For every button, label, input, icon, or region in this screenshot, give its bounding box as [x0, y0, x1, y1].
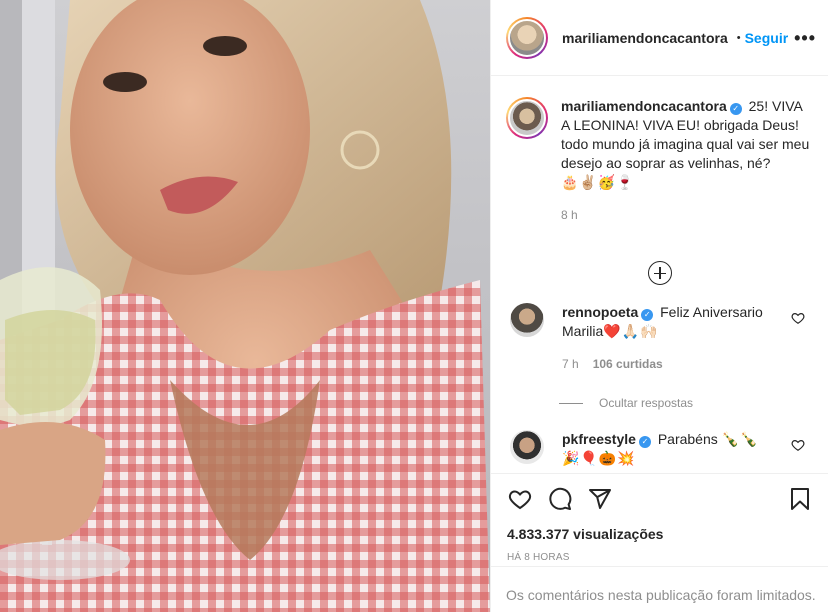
- comment-time[interactable]: 7 h: [562, 355, 579, 374]
- comment-username[interactable]: pkfreestyle: [562, 431, 636, 447]
- verified-icon: ✓: [641, 309, 654, 321]
- more-options-icon[interactable]: •••: [794, 29, 816, 47]
- author-avatar[interactable]: [506, 16, 548, 59]
- post-side-panel: mariliamendoncacantora • Seguir ••• mari…: [490, 0, 828, 612]
- like-icon[interactable]: [507, 487, 533, 511]
- author-username[interactable]: mariliamendoncacantora: [562, 30, 728, 46]
- post-time-ago[interactable]: HÁ 8 HORAS: [507, 552, 812, 563]
- post-actions: 4.833.377 visualizações HÁ 8 HORAS: [491, 473, 828, 563]
- post-image: [0, 0, 490, 612]
- post-header: mariliamendoncacantora • Seguir •••: [491, 0, 828, 76]
- caption-emojis: 🎂✌🏼🥳🍷: [561, 174, 635, 190]
- comments-limited-notice: Os comentários nesta publicação foram li…: [491, 566, 828, 612]
- verified-icon: ✓: [729, 103, 742, 115]
- separator-dot: •: [736, 31, 741, 44]
- comments-list[interactable]: mariliamendoncacantora ✓ 25! VIVA A LEONI…: [491, 77, 828, 473]
- hide-replies-button[interactable]: Ocultar respostas: [559, 396, 813, 410]
- caption-username[interactable]: mariliamendoncacantora: [561, 98, 727, 114]
- comment-username[interactable]: rennopoeta: [562, 304, 638, 320]
- like-comment-icon[interactable]: [791, 311, 805, 325]
- comment-likes[interactable]: 106 curtidas: [593, 355, 663, 374]
- caption-time[interactable]: 8 h: [561, 206, 578, 225]
- post-photo[interactable]: [0, 0, 490, 612]
- view-count[interactable]: 4.833.377 visualizações: [507, 526, 812, 542]
- caption-avatar[interactable]: [506, 97, 548, 139]
- caption: mariliamendoncacantora ✓ 25! VIVA A LEONI…: [506, 97, 813, 225]
- comment-icon[interactable]: [547, 487, 573, 511]
- save-bookmark-icon[interactable]: [788, 486, 812, 512]
- like-comment-icon[interactable]: [791, 438, 805, 452]
- share-icon[interactable]: [587, 487, 613, 511]
- verified-icon: ✓: [638, 436, 651, 448]
- hide-replies-label: Ocultar respostas: [599, 396, 694, 410]
- follow-button[interactable]: Seguir: [745, 30, 789, 46]
- comment-text: Parabéns: [657, 431, 718, 447]
- commenter-avatar[interactable]: [510, 303, 544, 337]
- commenter-avatar[interactable]: [510, 430, 544, 464]
- load-more-comments-icon[interactable]: [647, 261, 672, 285]
- comment-item: rennopoeta ✓ Feliz Aniversario Marilia❤️🙏…: [506, 303, 813, 374]
- comment-item: pkfreestyle ✓ Parabéns 🍾🍾🎉🎈🎃💥: [506, 430, 813, 468]
- comment-emojis: ❤️🙏🏻🙌🏻: [603, 323, 659, 339]
